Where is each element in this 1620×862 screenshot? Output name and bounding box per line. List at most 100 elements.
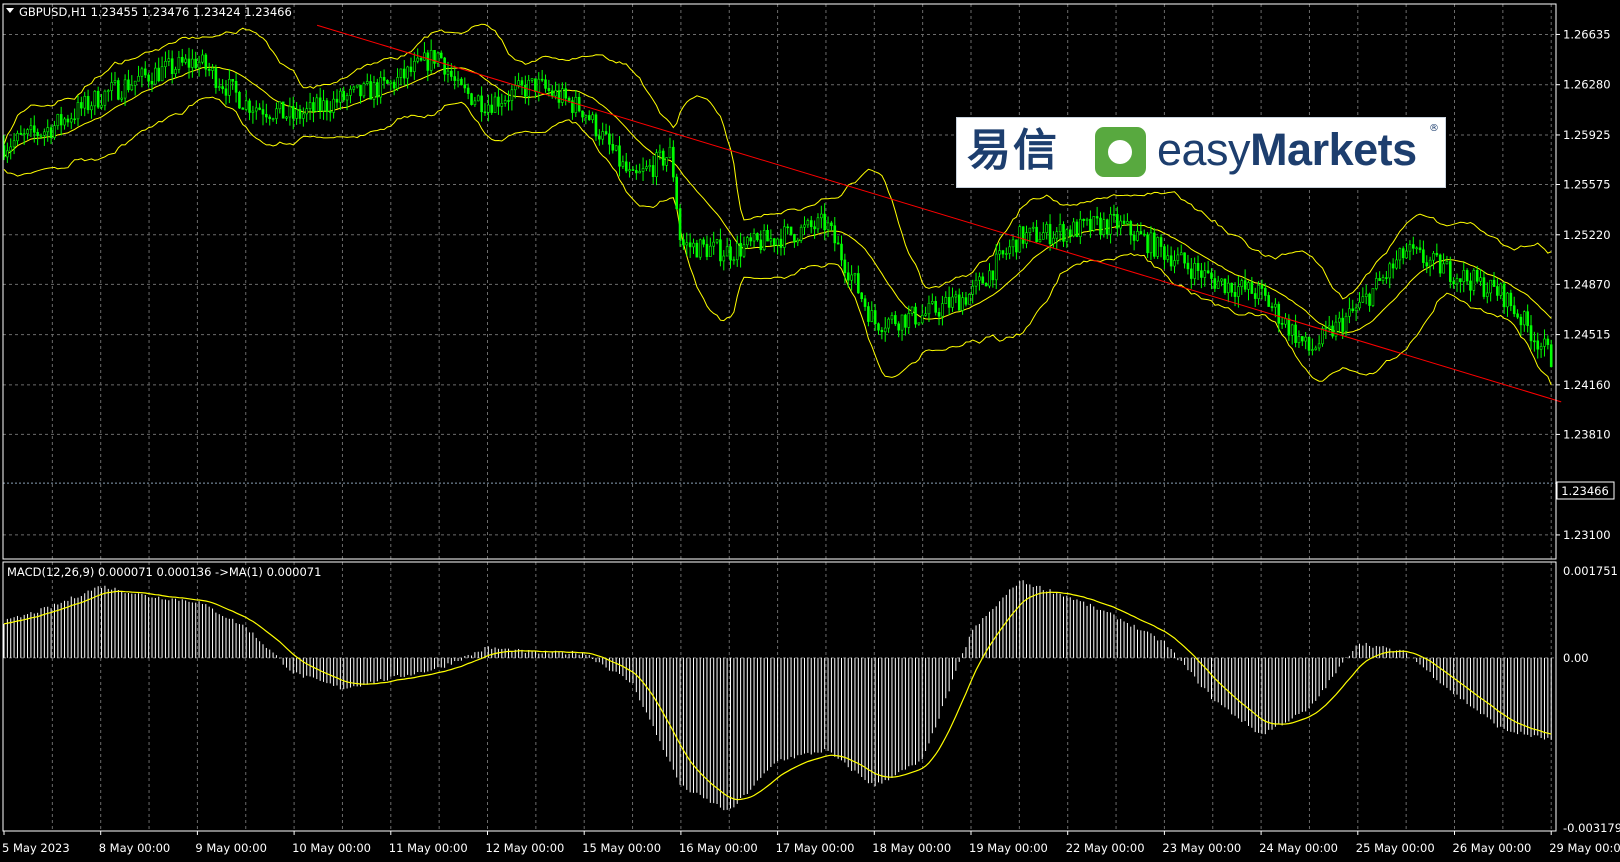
candle-body-345 bbox=[1163, 246, 1166, 260]
candle-body-424 bbox=[1428, 259, 1432, 267]
candle-body-283 bbox=[954, 294, 958, 298]
candle-body-277 bbox=[934, 301, 937, 313]
candle-body-361 bbox=[1216, 280, 1220, 289]
candle-body-432 bbox=[1455, 278, 1459, 285]
candle-body-238 bbox=[803, 224, 806, 228]
candle-body-100 bbox=[339, 90, 342, 103]
candle-body-134 bbox=[453, 76, 457, 81]
time-tick-label-15: 26 May 00:00 bbox=[1453, 841, 1532, 855]
candle-body-374 bbox=[1260, 284, 1264, 289]
price-tick-label-0: 1.26635 bbox=[1563, 27, 1611, 41]
candle-body-10 bbox=[36, 132, 39, 136]
candle-body-355 bbox=[1196, 263, 1200, 271]
candle-body-231 bbox=[779, 238, 783, 248]
candle-body-78 bbox=[265, 113, 268, 118]
candle-body-427 bbox=[1438, 254, 1442, 274]
candle-body-423 bbox=[1425, 262, 1429, 267]
candle-body-82 bbox=[278, 101, 282, 110]
candle-body-388 bbox=[1307, 336, 1311, 351]
candle-body-22 bbox=[76, 102, 80, 120]
candle-body-270 bbox=[910, 306, 914, 314]
candle-body-83 bbox=[281, 101, 285, 119]
candle-body-375 bbox=[1264, 288, 1267, 296]
candle-body-446 bbox=[1502, 283, 1506, 308]
candle-body-309 bbox=[1042, 232, 1045, 240]
candle-body-430 bbox=[1448, 261, 1452, 282]
candle-body-365 bbox=[1230, 282, 1233, 293]
candle-body-435 bbox=[1465, 270, 1469, 282]
candle-body-405 bbox=[1364, 293, 1368, 297]
candle-body-338 bbox=[1139, 231, 1143, 235]
candle-body-135 bbox=[456, 78, 460, 81]
candle-body-113 bbox=[382, 77, 386, 81]
candle-body-334 bbox=[1126, 221, 1129, 224]
time-tick-label-8: 17 May 00:00 bbox=[776, 841, 855, 855]
candle-body-133 bbox=[450, 70, 453, 77]
candle-body-203 bbox=[685, 242, 689, 246]
candle-body-239 bbox=[806, 220, 810, 226]
time-tick-label-14: 25 May 00:00 bbox=[1356, 841, 1435, 855]
candle-body-366 bbox=[1233, 291, 1237, 297]
candle-body-433 bbox=[1459, 278, 1462, 283]
candle-body-142 bbox=[480, 95, 483, 113]
candle-body-333 bbox=[1122, 220, 1126, 224]
candle-body-278 bbox=[937, 312, 941, 317]
candle-body-218 bbox=[735, 243, 739, 261]
candle-body-251 bbox=[846, 272, 850, 281]
candle-body-331 bbox=[1116, 214, 1119, 229]
candle-body-349 bbox=[1176, 254, 1180, 261]
candle-body-381 bbox=[1284, 318, 1287, 325]
candle-body-457 bbox=[1539, 346, 1543, 350]
candle-body-402 bbox=[1354, 307, 1358, 312]
candle-body-115 bbox=[389, 81, 393, 84]
candle-body-256 bbox=[863, 298, 867, 307]
candle-body-71 bbox=[241, 107, 245, 110]
candle-body-197 bbox=[665, 157, 668, 166]
candle-body-311 bbox=[1048, 224, 1052, 244]
candle-body-233 bbox=[786, 226, 789, 229]
candle-body-170 bbox=[574, 96, 578, 113]
candle-body-24 bbox=[83, 96, 87, 109]
candle-body-437 bbox=[1472, 270, 1476, 291]
candle-body-12 bbox=[43, 131, 46, 136]
candle-body-217 bbox=[732, 259, 736, 262]
candle-body-322 bbox=[1085, 218, 1089, 221]
candle-body-130 bbox=[439, 52, 443, 59]
candle-body-174 bbox=[587, 115, 591, 121]
candle-body-151 bbox=[510, 89, 514, 101]
candle-body-81 bbox=[275, 108, 278, 119]
candle-body-341 bbox=[1149, 232, 1153, 254]
candle-body-401 bbox=[1351, 308, 1355, 312]
candle-body-11 bbox=[39, 134, 43, 137]
candle-body-208 bbox=[702, 239, 705, 245]
candle-body-403 bbox=[1358, 301, 1361, 309]
candle-body-213 bbox=[719, 239, 722, 262]
candle-body-279 bbox=[941, 303, 944, 317]
candle-body-390 bbox=[1314, 347, 1318, 350]
candle-body-314 bbox=[1058, 224, 1062, 233]
candle-body-3 bbox=[12, 140, 16, 148]
candle-body-441 bbox=[1485, 292, 1489, 297]
candle-body-436 bbox=[1469, 280, 1472, 291]
candle-body-141 bbox=[476, 95, 480, 102]
candle-body-377 bbox=[1270, 306, 1274, 308]
price-tick-label-2: 1.25925 bbox=[1563, 128, 1611, 142]
candle-body-91 bbox=[308, 102, 312, 110]
candle-body-38 bbox=[130, 84, 134, 91]
price-tick-label-4: 1.25220 bbox=[1563, 228, 1611, 242]
candle-body-276 bbox=[931, 301, 934, 304]
candle-body-61 bbox=[207, 68, 211, 71]
candle-body-125 bbox=[423, 52, 426, 61]
candle-body-68 bbox=[231, 78, 235, 82]
candle-body-320 bbox=[1079, 218, 1082, 237]
macd-title: MACD(12,26,9) 0.000071 0.000136 ->MA(1) … bbox=[7, 565, 321, 579]
candle-body-123 bbox=[416, 57, 420, 62]
candle-body-444 bbox=[1496, 286, 1499, 296]
candle-body-304 bbox=[1025, 232, 1028, 244]
candle-body-399 bbox=[1344, 315, 1348, 332]
candle-body-84 bbox=[285, 116, 288, 119]
candle-body-110 bbox=[372, 82, 376, 100]
candle-body-229 bbox=[772, 238, 776, 246]
candle-body-286 bbox=[964, 297, 968, 305]
candle-body-161 bbox=[544, 79, 547, 89]
